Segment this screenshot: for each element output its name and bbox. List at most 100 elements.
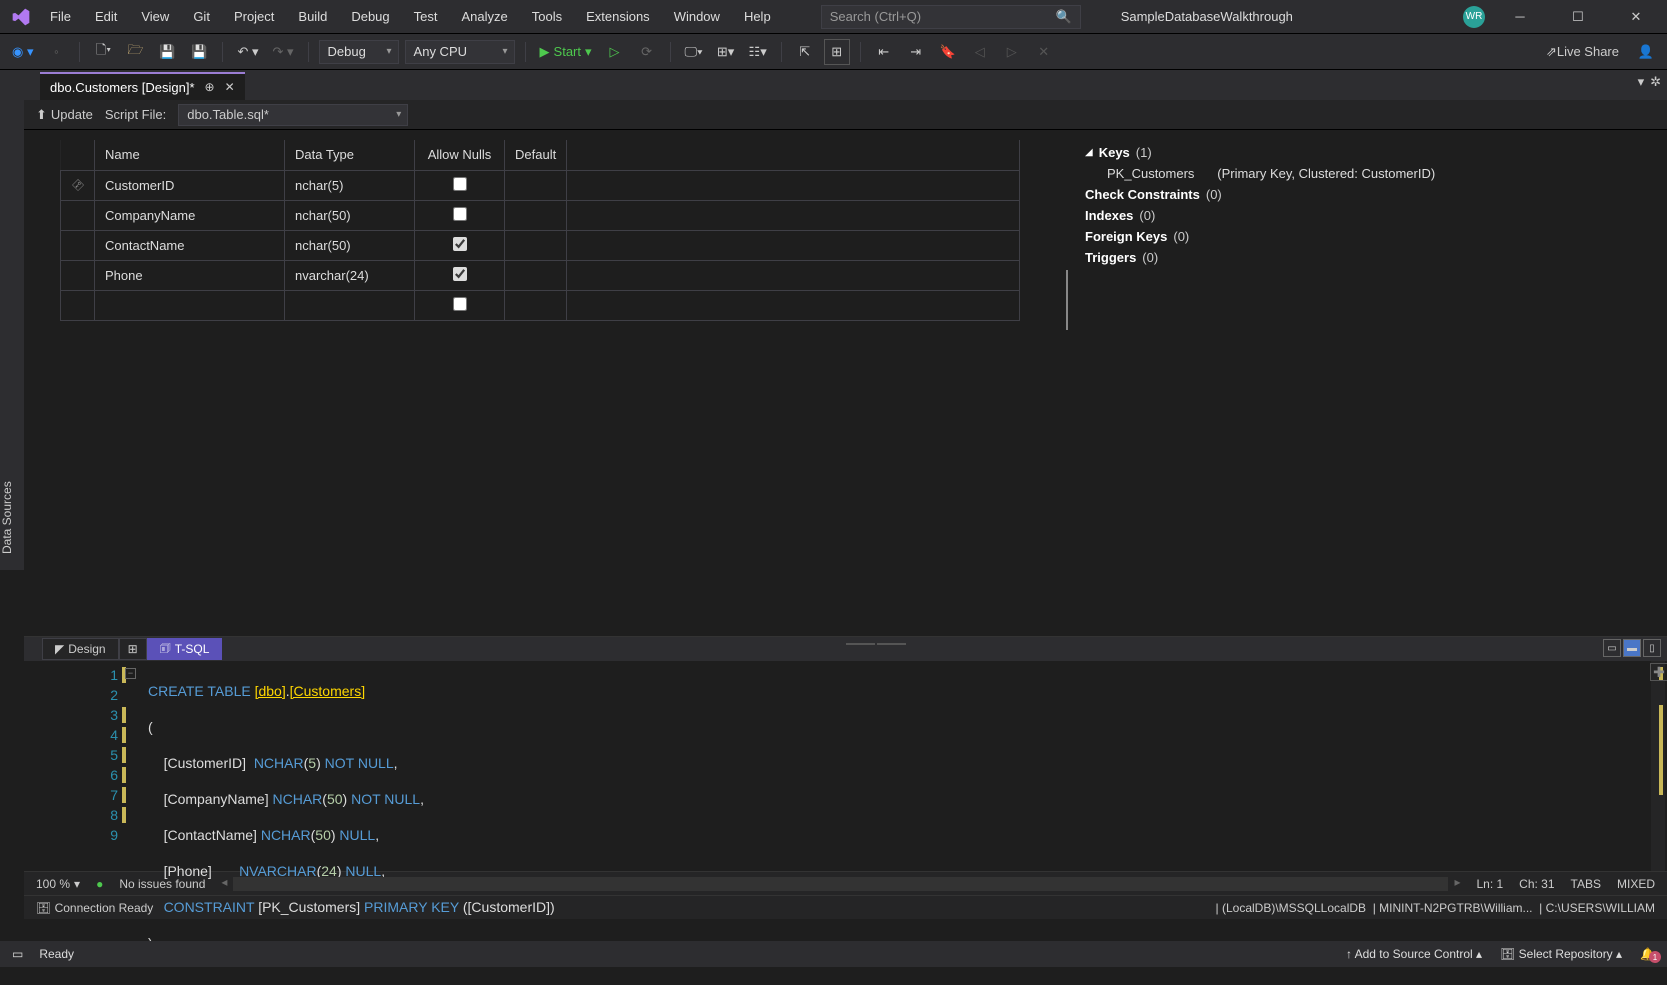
name-cell[interactable]: Phone (95, 260, 285, 290)
start-button[interactable]: ▶ Start ▾ (536, 39, 596, 65)
design-tab[interactable]: ◤Design (42, 638, 119, 660)
notifications-button[interactable]: 🔔1 (1640, 947, 1655, 961)
menu-file[interactable]: File (40, 5, 81, 28)
col-header-nulls[interactable]: Allow Nulls (415, 140, 505, 170)
save-all-button[interactable]: 💾 (186, 39, 212, 65)
sql-editor[interactable]: 1− 2 3 4 5 6 7 8 9 CREATE TABLE [dbo].[C… (24, 661, 1667, 871)
pk-row[interactable]: PK_Customers (Primary Key, Clustered: Cu… (1085, 163, 1649, 184)
menu-build[interactable]: Build (288, 5, 337, 28)
default-cell[interactable] (505, 200, 567, 230)
nulls-checkbox[interactable] (453, 267, 467, 281)
type-cell[interactable]: nchar(5) (285, 170, 415, 200)
table-row[interactable]: ⚿ CustomerID nchar(5) (61, 170, 1020, 200)
table-row[interactable]: ContactName nchar(50) (61, 230, 1020, 260)
browser-link-button[interactable]: 🖵▾ (681, 39, 707, 65)
menu-extensions[interactable]: Extensions (576, 5, 660, 28)
name-cell[interactable]: ContactName (95, 230, 285, 260)
nav-back-button[interactable]: ◉ ▾ (8, 39, 37, 65)
menu-window[interactable]: Window (664, 5, 730, 28)
table-row[interactable]: CompanyName nchar(50) (61, 200, 1020, 230)
h-scrollbar[interactable] (233, 877, 1448, 891)
layout-button[interactable]: ☷▾ (745, 39, 771, 65)
nulls-checkbox[interactable] (453, 297, 467, 311)
tab-settings-icon[interactable]: ✲ (1650, 74, 1661, 90)
search-input[interactable]: Search (Ctrl+Q) 🔍 (821, 5, 1081, 29)
open-button[interactable]: 🗁 (122, 39, 148, 65)
source-control-button[interactable]: ↑ Add to Source Control ▴ (1346, 947, 1482, 961)
bm-prev-button[interactable]: ◁ (967, 39, 993, 65)
tsql-tab[interactable]: 🗊T-SQL (147, 638, 223, 660)
st-tab[interactable]: ⊞ (119, 638, 147, 660)
undo-button[interactable]: ↶ ▾ (233, 39, 262, 65)
overview-ruler[interactable] (1651, 661, 1665, 871)
layout3-button[interactable]: ▯ (1643, 639, 1661, 657)
menu-edit[interactable]: Edit (85, 5, 127, 28)
col-header-name[interactable]: Name (95, 140, 285, 170)
nulls-cell[interactable] (415, 230, 505, 260)
caret-down-icon[interactable]: ◢ (1085, 147, 1093, 158)
table-row-new[interactable] (61, 290, 1020, 320)
columns-grid[interactable]: Name Data Type Allow Nulls Default ⚿ Cus… (24, 130, 1063, 636)
menu-help[interactable]: Help (734, 5, 781, 28)
start-nodbg-button[interactable]: ▷ (602, 39, 628, 65)
menu-tools[interactable]: Tools (522, 5, 572, 28)
cursor-button[interactable]: ⇱ (792, 39, 818, 65)
nulls-cell[interactable] (415, 260, 505, 290)
update-button[interactable]: ⬆ Update (36, 107, 93, 123)
maximize-button[interactable]: ☐ (1555, 0, 1601, 34)
menu-test[interactable]: Test (404, 5, 448, 28)
script-button[interactable]: ⊞▾ (713, 39, 739, 65)
nulls-cell[interactable] (415, 170, 505, 200)
type-cell[interactable]: nvarchar(24) (285, 260, 415, 290)
layout2-button[interactable]: ▬ (1623, 639, 1641, 657)
bm-next-button[interactable]: ▷ (999, 39, 1025, 65)
nav-fwd-button[interactable]: ◦ (43, 39, 69, 65)
name-cell[interactable]: CustomerID (95, 170, 285, 200)
document-tab[interactable]: dbo.Customers [Design]* ⊕ ✕ (40, 72, 245, 100)
close-tab-icon[interactable]: ✕ (225, 80, 235, 94)
hot-reload-button[interactable]: ⟳ (634, 39, 660, 65)
bookmark-button[interactable]: 🔖 (935, 39, 961, 65)
repo-button[interactable]: 🗄 Select Repository ▴ (1500, 947, 1622, 961)
live-share-button[interactable]: ⇗ Live Share (1542, 39, 1623, 65)
indent-in-button[interactable]: ⇥ (903, 39, 929, 65)
save-button[interactable]: 💾 (154, 39, 180, 65)
type-cell[interactable]: nchar(50) (285, 230, 415, 260)
minimize-button[interactable]: ─ (1497, 0, 1543, 34)
layout1-button[interactable]: ▭ (1603, 639, 1621, 657)
table-row[interactable]: Phone nvarchar(24) (61, 260, 1020, 290)
default-cell[interactable] (505, 230, 567, 260)
platform-dropdown[interactable]: Any CPU (405, 40, 515, 64)
new-project-button[interactable]: 🗋▾ (90, 39, 116, 65)
zoom-dropdown[interactable]: 100 % ▾ (36, 877, 80, 891)
nulls-checkbox[interactable] (453, 207, 467, 221)
close-button[interactable]: ✕ (1613, 0, 1659, 34)
tab-dropdown-icon[interactable]: ▾ (1638, 74, 1645, 90)
nulls-checkbox[interactable] (453, 177, 467, 191)
redo-button[interactable]: ↷ ▾ (269, 39, 298, 65)
fold-icon[interactable]: − (125, 668, 136, 679)
type-cell[interactable]: nchar(50) (285, 200, 415, 230)
split-handle[interactable] (1063, 130, 1067, 636)
indent-out-button[interactable]: ⇤ (871, 39, 897, 65)
pin-icon[interactable]: ⊕ (205, 80, 215, 94)
default-cell[interactable] (505, 170, 567, 200)
feedback-button[interactable]: 👤 (1633, 39, 1659, 65)
sql-text[interactable]: CREATE TABLE [dbo].[Customers] ( [Custom… (124, 661, 1667, 871)
script-file-dropdown[interactable]: dbo.Table.sql* (178, 104, 408, 126)
menu-view[interactable]: View (131, 5, 179, 28)
name-cell[interactable]: CompanyName (95, 200, 285, 230)
menu-analyze[interactable]: Analyze (451, 5, 517, 28)
config-dropdown[interactable]: Debug (319, 40, 399, 64)
split-editor-button[interactable]: ✚ (1650, 663, 1667, 681)
col-header-type[interactable]: Data Type (285, 140, 415, 170)
menu-debug[interactable]: Debug (341, 5, 399, 28)
menu-project[interactable]: Project (224, 5, 284, 28)
nulls-checkbox[interactable] (453, 237, 467, 251)
data-sources-tab[interactable]: Data Sources (0, 70, 24, 570)
default-cell[interactable] (505, 260, 567, 290)
col-header-default[interactable]: Default (505, 140, 567, 170)
align-button[interactable]: ⊞ (824, 39, 850, 65)
splitter-grip[interactable] (846, 643, 906, 647)
bm-clear-button[interactable]: ✕ (1031, 39, 1057, 65)
